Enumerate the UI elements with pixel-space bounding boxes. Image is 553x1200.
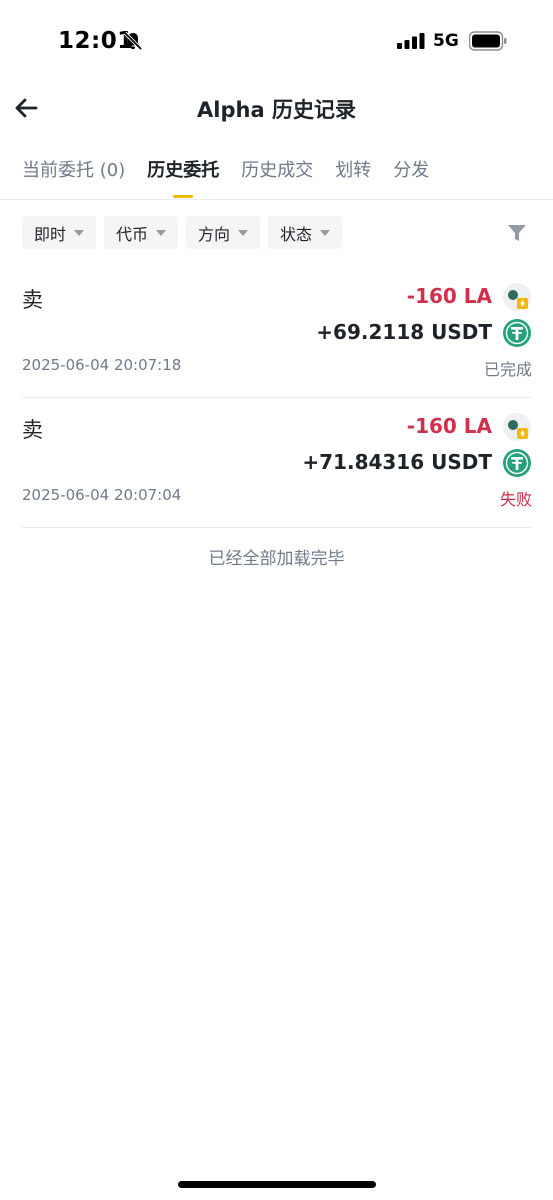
filter-chip-label: 方向 <box>198 224 231 244</box>
sell-amount: -160 LA <box>406 414 492 438</box>
tab-open-orders[interactable]: 当前委托 (0) <box>22 156 125 200</box>
filter-chip-token[interactable]: 代币 <box>104 216 179 249</box>
status-bar: 12:01 5G <box>0 0 553 84</box>
order-side: 卖 <box>22 288 43 312</box>
sell-amount: -160 LA <box>406 284 492 308</box>
home-indicator[interactable] <box>178 1181 376 1188</box>
usdt-icon <box>503 319 531 347</box>
filter-bar: 即时 代币 方向 状态 <box>22 216 350 249</box>
bell-off-icon <box>123 31 143 51</box>
tabs-divider <box>0 199 553 200</box>
list-item[interactable]: 卖 -160 LA +69.2118 USDT 2025-06-04 20:07… <box>22 270 532 398</box>
status-badge: 失败 <box>499 490 532 509</box>
caret-down-icon <box>238 229 249 236</box>
tab-order-history[interactable]: 历史委托 <box>147 156 219 200</box>
caret-down-icon <box>74 229 85 236</box>
filter-chip-label: 即时 <box>34 224 67 244</box>
caret-down-icon <box>156 229 167 236</box>
la-token-icon <box>503 413 531 441</box>
tab-distribution[interactable]: 分发 <box>393 156 429 200</box>
filter-chip-label: 状态 <box>280 224 313 244</box>
received-amount: +69.2118 USDT <box>316 320 492 344</box>
order-side: 卖 <box>22 418 43 442</box>
filter-chip-label: 代币 <box>116 224 149 244</box>
signal-icon <box>397 33 425 49</box>
funnel-icon[interactable] <box>506 222 528 244</box>
order-time: 2025-06-04 20:07:04 <box>22 486 182 504</box>
row-divider <box>22 397 532 398</box>
page-header: Alpha 历史记录 <box>0 84 553 134</box>
filter-chip-direction[interactable]: 方向 <box>186 216 261 249</box>
caret-down-icon <box>320 229 331 236</box>
battery-icon <box>469 31 507 51</box>
tab-bar: 当前委托 (0) 历史委托 历史成交 划转 分发 <box>22 156 451 200</box>
order-time: 2025-06-04 20:07:18 <box>22 356 182 374</box>
usdt-icon <box>503 449 531 477</box>
la-token-icon <box>503 283 531 311</box>
filter-chip-status[interactable]: 状态 <box>268 216 343 249</box>
filter-chip-time[interactable]: 即时 <box>22 216 97 249</box>
network-label: 5G <box>433 31 459 51</box>
row-divider <box>22 527 532 528</box>
list-item[interactable]: 卖 -160 LA +71.84316 USDT 2025-06-04 20:0… <box>22 400 532 528</box>
page-title: Alpha 历史记录 <box>197 98 356 122</box>
tab-trade-history[interactable]: 历史成交 <box>241 156 313 200</box>
status-badge: 已完成 <box>483 360 532 379</box>
tab-transfer[interactable]: 划转 <box>335 156 371 200</box>
received-amount: +71.84316 USDT <box>302 450 492 474</box>
end-of-list-note: 已经全部加载完毕 <box>208 549 345 569</box>
